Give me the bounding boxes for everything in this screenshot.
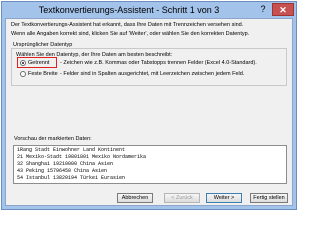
- preview-line: 1Rang Stadt Einwohner Land Kontinent: [17, 147, 125, 153]
- preview-line: 43 Peking 15796450 China Asien: [17, 168, 107, 174]
- dialog-body: Der Textkonvertierungs-Assistent hat erk…: [5, 18, 293, 206]
- back-button[interactable]: < Zurück: [164, 193, 200, 203]
- finish-button[interactable]: Fertig stellen: [250, 193, 288, 203]
- preview-pane[interactable]: 1Rang Stadt Einwohner Land Kontinent 21 …: [13, 145, 287, 184]
- intro-line-1: Der Textkonvertierungs-Assistent hat erk…: [11, 22, 244, 28]
- wizard-window: Textkonvertierungs-Assistent - Schritt 1…: [1, 1, 297, 210]
- help-button[interactable]: ?: [256, 3, 270, 16]
- preview-line-text: 1 Mexiko-Stadt 19801801 Mexiko Nordameri…: [20, 154, 147, 160]
- radio-getrennt-label[interactable]: Getrennt: [28, 60, 49, 66]
- datatype-group-legend: Ursprünglicher Datentyp: [12, 42, 74, 48]
- cancel-button[interactable]: Abbrechen: [117, 193, 153, 203]
- radio-getrennt[interactable]: [20, 60, 26, 66]
- title-bar[interactable]: Textkonvertierungs-Assistent - Schritt 1…: [2, 2, 296, 19]
- window-title: Textkonvertierungs-Assistent - Schritt 1…: [38, 5, 220, 15]
- radio-feste-breite-description: - Felder sind in Spalten ausgerichtet, m…: [60, 71, 245, 77]
- radio-selected-dot: [22, 62, 24, 64]
- preview-line-text: 3 Peking 15796450 China Asien: [20, 168, 108, 174]
- preview-line: 32 Shanghai 19210000 China Asien: [17, 161, 113, 167]
- preview-line-text: 2 Shanghai 19210000 China Asien: [20, 161, 114, 167]
- preview-line: 21 Mexiko-Stadt 19801801 Mexiko Nordamer…: [17, 154, 146, 160]
- next-button[interactable]: Weiter >: [206, 193, 242, 203]
- radio-feste-breite-label[interactable]: Feste Breite: [28, 71, 58, 77]
- preview-line: 54 Istanbul 13820194 Türkei Eurasien: [17, 175, 125, 181]
- close-button[interactable]: ✕: [272, 3, 294, 16]
- preview-line-text: Rang Stadt Einwohner Land Kontinent: [20, 147, 126, 153]
- radio-feste-breite[interactable]: [20, 71, 26, 77]
- intro-line-2: Wenn alle Angaben korrekt sind, klicken …: [11, 31, 250, 37]
- preview-label: Vorschau der markierten Daten:: [14, 136, 92, 142]
- radio-getrennt-description: - Zeichen wie z.B. Kommas oder Tabstopps…: [60, 60, 257, 66]
- preview-line-text: 4 Istanbul 13820194 Türkei Eurasien: [20, 175, 126, 181]
